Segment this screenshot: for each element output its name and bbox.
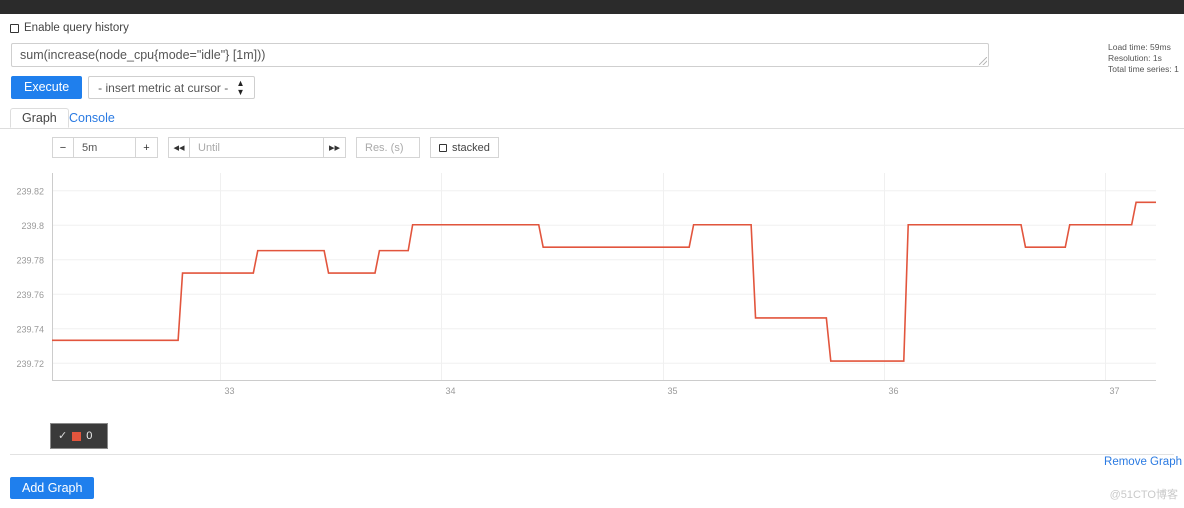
execute-row: Execute - insert metric at cursor - ▲ ▼ [11,76,256,99]
legend-check-icon[interactable]: ✓ [58,430,67,442]
stat-load-time: Load time: 59ms [1108,42,1171,52]
range-input[interactable]: 5m [74,137,136,158]
insert-metric-select[interactable]: - insert metric at cursor - ▲ ▼ [88,76,256,99]
chart-svg[interactable]: 239.82 239.8 239.78 239.76 239.74 239.72 33 34 3… [10,168,1160,423]
until-input[interactable]: Until [190,137,324,158]
svg-text:239.8: 239.8 [21,221,44,231]
stat-resolution: Resolution: 1s [1108,53,1162,63]
query-input[interactable]: sum(increase(node_cpu{mode="idle"} [1m])… [11,43,989,67]
svg-text:37: 37 [1110,386,1120,396]
resize-grip-icon[interactable] [979,57,987,65]
stacked-label: stacked [452,141,490,154]
svg-text:35: 35 [668,386,678,396]
remove-graph-link[interactable]: Remove Graph [1104,456,1182,468]
footer-divider [10,454,1174,455]
range-decrease-button[interactable]: − [52,137,74,158]
until-group: ◂◂ Until ▸▸ [168,137,346,158]
enable-query-history-row[interactable]: Enable query history [10,22,129,34]
query-stats: Load time: 59ms Resolution: 1s Total tim… [1108,42,1184,75]
execute-button[interactable]: Execute [11,76,83,99]
chart-legend[interactable]: ✓ 0 [50,423,108,449]
query-input-value: sum(increase(node_cpu{mode="idle"} [1m])… [20,48,266,62]
svg-text:239.78: 239.78 [16,255,44,265]
insert-metric-select-value: - insert metric at cursor - [98,80,229,95]
svg-text:239.82: 239.82 [16,186,44,196]
svg-text:36: 36 [889,386,899,396]
add-graph-button[interactable]: Add Graph [10,477,95,499]
svg-text:239.72: 239.72 [16,359,44,369]
legend-color-swatch [72,431,82,441]
range-increase-button[interactable]: + [136,137,158,158]
window-top-bar [0,0,1184,14]
tab-console[interactable]: Console [57,108,127,128]
stacked-toggle[interactable]: stacked [430,137,499,158]
svg-text:239.74: 239.74 [16,324,44,334]
graph-chart[interactable]: 239.82 239.8 239.78 239.76 239.74 239.72 33 34 3… [10,168,1160,423]
graph-controls: − 5m + ◂◂ Until ▸▸ Res. (s) stacked [52,137,499,158]
svg-text:33: 33 [225,386,235,396]
stacked-checkbox[interactable] [439,143,447,152]
stat-total-series: Total time series: 1 [1108,64,1179,74]
legend-series-label: 0 [86,430,93,442]
range-group: − 5m + [52,137,158,158]
svg-text:239.76: 239.76 [16,290,44,300]
enable-query-history-label: Enable query history [24,22,129,34]
watermark-label: @51CTO博客 [1109,489,1178,501]
view-tabs: Graph Console [0,108,1184,129]
step-forward-button[interactable]: ▸▸ [324,137,346,158]
resolution-input[interactable]: Res. (s) [356,137,420,158]
step-backward-button[interactable]: ◂◂ [168,137,190,158]
chevron-updown-icon: ▲ ▼ [236,77,245,97]
svg-text:34: 34 [446,386,456,396]
enable-query-history-checkbox[interactable] [10,23,19,33]
